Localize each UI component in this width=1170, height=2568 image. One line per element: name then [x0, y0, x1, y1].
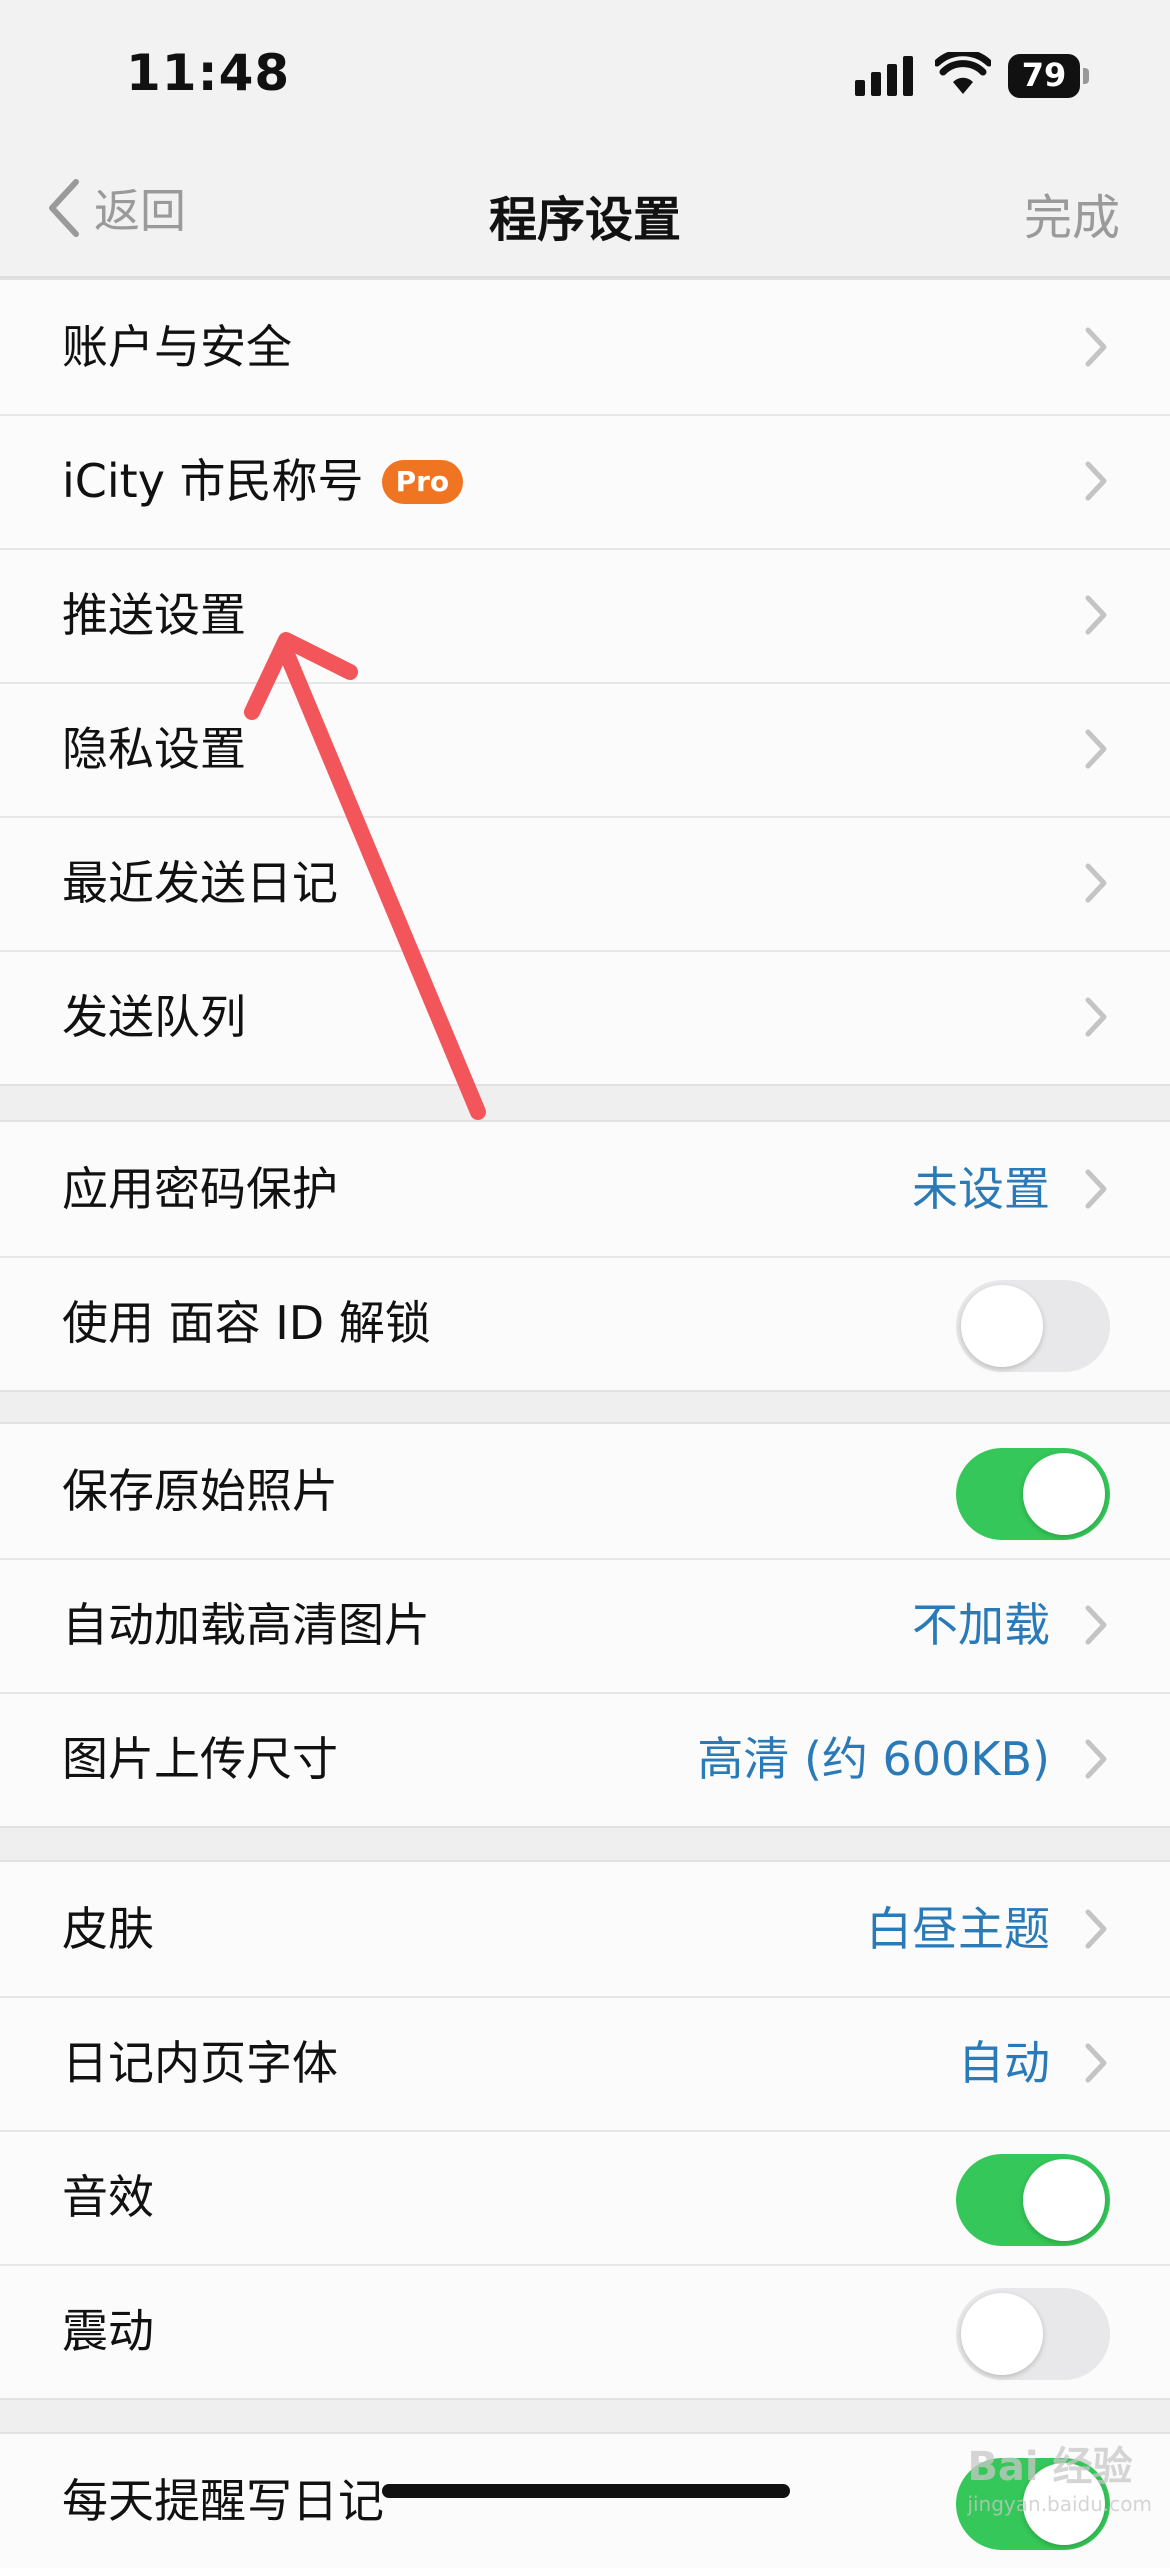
page-title: 程序设置 [488, 192, 681, 248]
chevron-right-icon [1085, 1909, 1107, 1949]
row-value: 白昼主题 [866, 1902, 1050, 1956]
settings-row-privacy[interactable]: 隐私设置 [0, 682, 1170, 816]
row-label: 保存原始照片 [62, 1464, 338, 1518]
row-label: 账户与安全 [62, 320, 292, 374]
chevron-right-icon [1085, 997, 1107, 1037]
battery-level: 79 [1021, 56, 1067, 94]
row-label: 最近发送日记 [62, 856, 338, 910]
settings-row-save-original-photos: 保存原始照片 [0, 1424, 1170, 1558]
row-label: 皮肤 [62, 1902, 154, 1956]
chevron-right-icon [1085, 1169, 1107, 1209]
chevron-right-icon [1085, 461, 1107, 501]
pro-badge: Pro [381, 459, 464, 504]
chevron-right-icon [1085, 327, 1107, 367]
settings-row-account-security[interactable]: 账户与安全 [0, 280, 1170, 414]
row-value: 未设置 [912, 1162, 1050, 1216]
settings-group-photos: 保存原始照片 自动加载高清图片 不加载 图片上传尺寸 高清 (约 600KB) [0, 1422, 1170, 1828]
settings-row-icity-title[interactable]: iCity 市民称号 Pro [0, 414, 1170, 548]
watermark-sub: jingyan.baidu.com [967, 2492, 1152, 2516]
chevron-right-icon [1085, 1739, 1107, 1779]
settings-row-recent-diaries[interactable]: 最近发送日记 [0, 816, 1170, 950]
row-label: 发送队列 [62, 990, 246, 1044]
settings-row-skin[interactable]: 皮肤 白昼主题 [0, 1862, 1170, 1996]
settings-group-account: 账户与安全 iCity 市民称号 Pro 推送设置 隐私设置 最近发送日记 发送队… [0, 278, 1170, 1086]
status-time: 11:48 [126, 44, 291, 102]
chevron-right-icon [1085, 729, 1107, 769]
settings-row-vibration: 震动 [0, 2264, 1170, 2398]
settings-row-send-queue[interactable]: 发送队列 [0, 950, 1170, 1084]
chevron-right-icon [1085, 2043, 1107, 2083]
chevron-right-icon [1085, 863, 1107, 903]
row-label: 应用密码保护 [62, 1162, 338, 1216]
row-label: 使用 面容 ID 解锁 [62, 1296, 431, 1350]
settings-row-auto-load-hd[interactable]: 自动加载高清图片 不加载 [0, 1558, 1170, 1692]
sound-toggle[interactable] [956, 2154, 1110, 2246]
chevron-right-icon [1085, 1605, 1107, 1645]
watermark-text: Bai 经验 [967, 2444, 1133, 2490]
row-value: 自动 [958, 2036, 1050, 2090]
cellular-signal-icon [855, 56, 913, 96]
row-label: 自动加载高清图片 [62, 1598, 430, 1652]
face-id-toggle[interactable] [956, 1280, 1110, 1372]
done-button[interactable]: 完成 [1024, 178, 1120, 248]
row-label: 隐私设置 [62, 722, 246, 776]
row-value: 不加载 [912, 1598, 1050, 1652]
row-label: iCity 市民称号 [62, 454, 364, 508]
row-label: 每天提醒写日记 [62, 2474, 384, 2528]
navigation-bar: 返回 程序设置 完成 [0, 140, 1170, 278]
settings-row-face-id: 使用 面容 ID 解锁 [0, 1256, 1170, 1390]
vibration-toggle[interactable] [956, 2288, 1110, 2380]
chevron-right-icon [1085, 595, 1107, 635]
save-original-photos-toggle[interactable] [956, 1448, 1110, 1540]
status-bar: 11:48 79 [0, 0, 1170, 140]
row-label: 推送设置 [62, 588, 246, 642]
row-label: 音效 [62, 2170, 154, 2224]
battery-icon: 79 [1008, 54, 1092, 98]
row-value: 高清 (约 600KB) [697, 1732, 1050, 1786]
settings-row-push[interactable]: 推送设置 [0, 548, 1170, 682]
settings-group-appearance: 皮肤 白昼主题 日记内页字体 自动 音效 震动 [0, 1860, 1170, 2400]
home-indicator [382, 2484, 790, 2498]
settings-group-security: 应用密码保护 未设置 使用 面容 ID 解锁 [0, 1120, 1170, 1392]
settings-row-diary-font[interactable]: 日记内页字体 自动 [0, 1996, 1170, 2130]
row-label: 震动 [62, 2304, 154, 2358]
settings-row-app-passcode[interactable]: 应用密码保护 未设置 [0, 1122, 1170, 1256]
wifi-icon [935, 52, 991, 94]
settings-row-upload-size[interactable]: 图片上传尺寸 高清 (约 600KB) [0, 1692, 1170, 1826]
row-label: 日记内页字体 [62, 2036, 338, 2090]
settings-row-sound: 音效 [0, 2130, 1170, 2264]
watermark: Bai 经验 jingyan.baidu.com [967, 2434, 1152, 2516]
row-label: 图片上传尺寸 [62, 1732, 338, 1786]
